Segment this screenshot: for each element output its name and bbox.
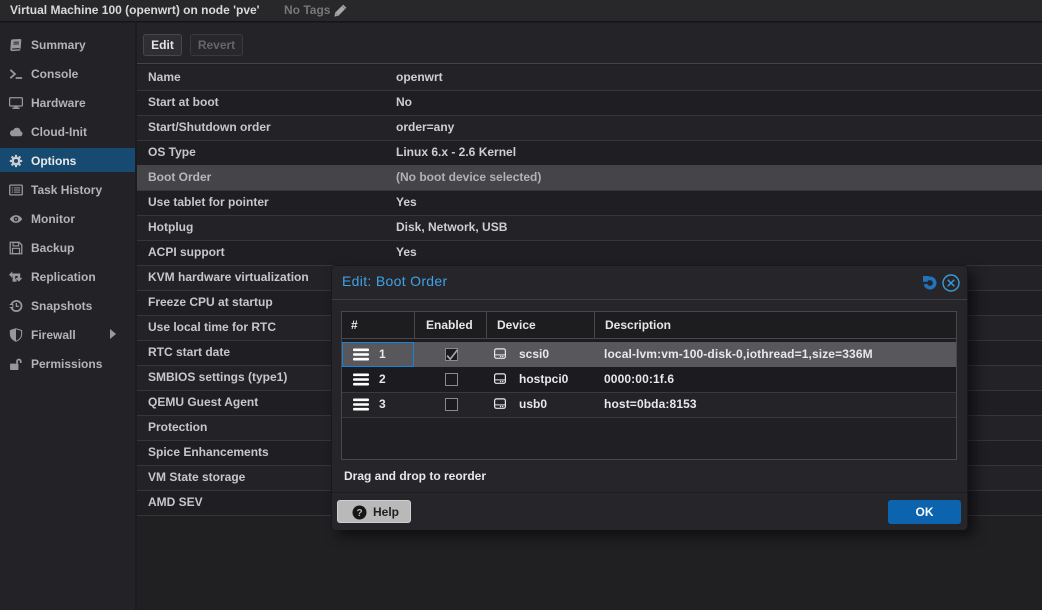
svg-text:?: ? [356,508,362,519]
